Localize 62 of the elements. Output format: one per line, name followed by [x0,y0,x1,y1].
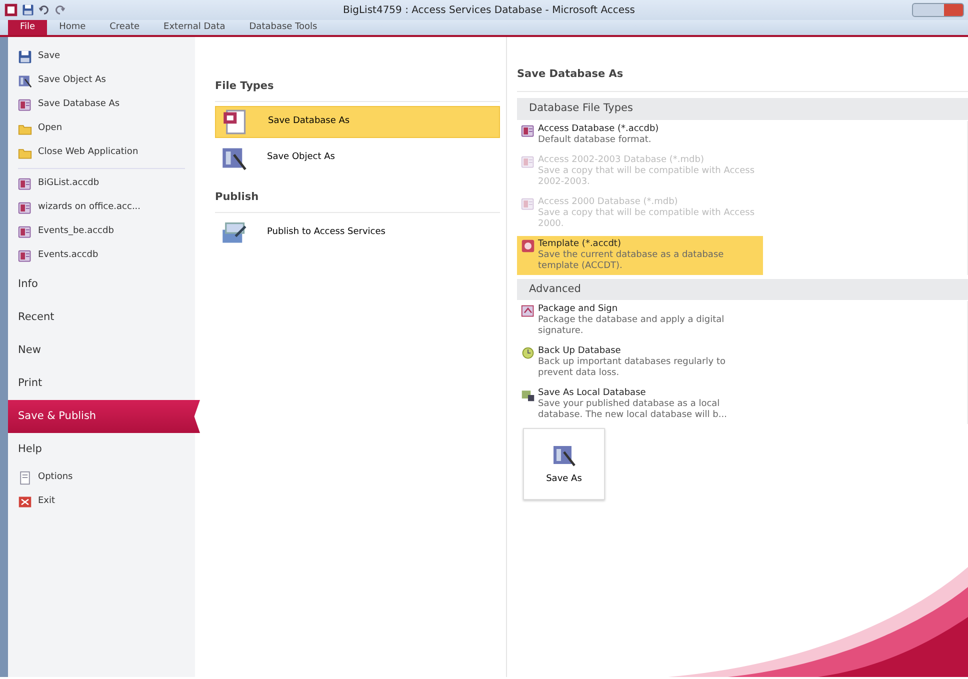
database-icon [18,249,32,263]
menu-tab[interactable]: Info [8,268,195,301]
file-format-option[interactable]: Save As Local Database Save your published database as a local database. The new local database will b... [517,385,763,424]
undo-icon [38,4,50,16]
template-icon [521,238,535,252]
file-format-option[interactable]: Template (*.accdt) Save the current database as a database template (ACCDT). [517,236,763,274]
save-as-button[interactable]: Save As [523,428,605,500]
database-icon [18,201,32,215]
window-controls[interactable] [912,3,964,17]
group-heading: Database File Types [517,98,968,120]
recent-file[interactable]: wizards on office.acc... [8,196,195,220]
pane-heading: Save Database As [517,67,968,92]
floppy-icon [18,50,32,64]
menu-tab[interactable]: Recent [8,301,195,334]
save-object-icon [18,74,32,88]
section-heading: Publish [215,178,500,212]
database-file-icon [222,108,248,135]
publish-icon [221,220,247,246]
file-format-option[interactable]: Package and Sign Package the database and apply a digital signature. [517,301,763,340]
menu-item[interactable]: Options [8,466,195,490]
group-heading: Advanced [517,278,968,300]
database-icon [18,177,32,191]
file-type-option[interactable]: Save Database As [215,106,500,138]
file-type-option[interactable]: Save Object As [215,142,500,174]
folder-icon [18,122,32,136]
options-icon [18,471,32,485]
menu-tab[interactable]: Print [8,367,195,400]
backup-icon [521,346,535,360]
ribbon-tab[interactable]: Database Tools [237,20,330,35]
recent-file[interactable]: Events.accdb [8,244,195,268]
save-icon [22,4,34,16]
menu-tab[interactable]: Help [8,433,195,466]
menu-item[interactable]: Save Object As [8,69,195,93]
recent-file[interactable]: BiGList.accdb [8,172,195,196]
folder-icon [18,146,32,160]
database-icon [18,225,32,239]
local-database-icon [521,388,535,402]
menu-item[interactable]: Save [8,45,195,69]
app-icon [4,3,18,17]
database-icon [521,154,535,168]
file-format-option[interactable]: Back Up Database Back up important databases regularly to prevent data loss. [517,343,763,382]
recent-file[interactable]: Events_be.accdb [8,220,195,244]
file-type-option[interactable]: Publish to Access Services [215,216,500,248]
menu-item[interactable]: Exit [8,490,195,514]
redo-icon [54,4,66,16]
exit-icon [18,495,32,509]
menu-item[interactable]: Save Database As [8,93,195,117]
database-icon [521,124,535,138]
database-icon [18,98,32,112]
menu-tab[interactable]: New [8,334,195,367]
ribbon-tab[interactable]: External Data [152,20,238,35]
ribbon-tab[interactable]: Home [47,20,98,35]
file-format-option[interactable]: Access Database (*.accdb) Default database format. [517,120,763,148]
section-heading: File Types [215,67,500,102]
menu-item[interactable]: Close Web Application [8,141,195,165]
database-icon [521,196,535,210]
package-icon [521,304,535,318]
menu-tab[interactable]: Save & Publish [8,400,200,433]
window-title: BigList4759 : Access Services Database - Microsoft Access [342,4,636,18]
ribbon-tab[interactable]: Create [98,20,152,35]
menu-item[interactable]: Open [8,117,195,141]
ribbon-tab[interactable]: File [8,20,48,35]
